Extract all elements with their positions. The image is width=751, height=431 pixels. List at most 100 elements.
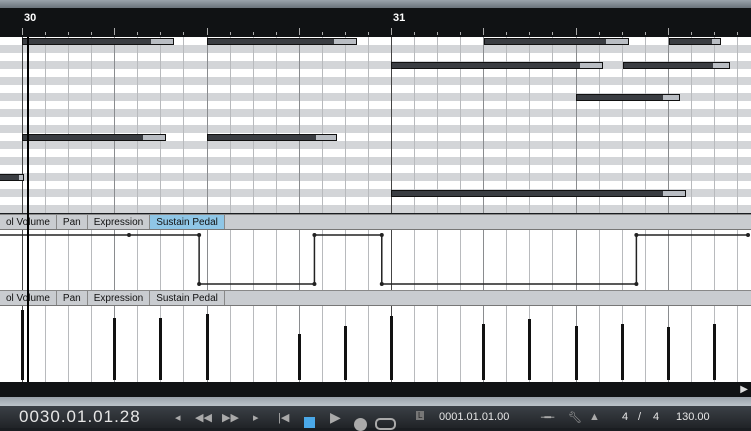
- grid-line: [460, 306, 462, 382]
- automation-point[interactable]: [127, 233, 132, 237]
- wrench-icon[interactable]: 🔧︎: [568, 411, 582, 424]
- automation-point[interactable]: [379, 233, 384, 237]
- ruler-tick: [621, 32, 623, 35]
- tab-sustain-pedal[interactable]: Sustain Pedal: [150, 291, 225, 305]
- velocity-bar[interactable]: [620, 323, 624, 380]
- velocity-lane[interactable]: [0, 306, 751, 382]
- note-velocity-tail: [580, 63, 603, 68]
- forward-small-icon[interactable]: ▸: [253, 411, 259, 424]
- ruler-tick: [529, 32, 531, 35]
- tab-expression[interactable]: Expression: [88, 215, 151, 229]
- transport-bar: 0030.01.01.28 ◂ ◀◀ ▶▶ ▸ |◀ ▶ L 0001.01.0…: [0, 406, 751, 431]
- key-row-stripe: [0, 45, 751, 53]
- automation-point[interactable]: [379, 282, 384, 286]
- midi-note[interactable]: [22, 134, 166, 141]
- note-velocity-tail: [333, 39, 356, 44]
- ruler-tick: [160, 32, 162, 35]
- scroll-right-arrow-icon[interactable]: ▶: [740, 384, 748, 395]
- midi-note[interactable]: [575, 94, 680, 101]
- rewind-icon[interactable]: ◀◀: [195, 411, 212, 424]
- grid-line: [114, 37, 116, 213]
- ruler-tick: [713, 32, 715, 35]
- playhead-cursor[interactable]: [27, 37, 29, 382]
- tab-sustain-pedal[interactable]: Sustain Pedal: [150, 215, 225, 229]
- automation-point[interactable]: [312, 233, 317, 237]
- velocity-bar[interactable]: [574, 325, 578, 380]
- locator-display[interactable]: 0001.01.01.00: [439, 411, 509, 423]
- midi-note[interactable]: [623, 62, 730, 69]
- go-to-start-icon[interactable]: |◀: [278, 411, 289, 424]
- ruler-tick: [414, 32, 416, 35]
- fast-forward-icon[interactable]: ▶▶: [222, 411, 239, 424]
- note-velocity-tail: [712, 39, 721, 44]
- automation-point[interactable]: [634, 233, 639, 237]
- midi-note[interactable]: [668, 38, 722, 45]
- ruler-tick: [690, 32, 692, 35]
- key-row-stripe: [0, 141, 751, 149]
- grid-line: [45, 37, 47, 213]
- tab-expression[interactable]: Expression: [88, 291, 151, 305]
- ruler-tick: [275, 32, 277, 35]
- midi-note[interactable]: [0, 174, 24, 181]
- ruler-tick: [667, 28, 669, 35]
- velocity-bar[interactable]: [482, 323, 486, 380]
- automation-point[interactable]: [312, 282, 317, 286]
- automation-line: [0, 234, 749, 285]
- key-row-stripe: [0, 77, 751, 85]
- key-row-stripe: [0, 109, 751, 117]
- loop-button[interactable]: [375, 418, 396, 430]
- metronome-bar-icon[interactable]: ╼╾: [541, 411, 554, 424]
- midi-note[interactable]: [206, 134, 337, 141]
- note-velocity-tail: [663, 191, 686, 196]
- signature-numerator[interactable]: 4: [622, 411, 628, 423]
- grid-line: [644, 306, 646, 382]
- midi-note[interactable]: [391, 62, 604, 69]
- automation-point[interactable]: [197, 282, 202, 286]
- velocity-bar[interactable]: [343, 325, 347, 380]
- sustain-automation-lane[interactable]: [0, 230, 751, 290]
- ruler-tick: [460, 32, 462, 35]
- grid-line: [506, 306, 508, 382]
- tempo-display[interactable]: 130.00: [676, 411, 710, 423]
- automation-point[interactable]: [746, 233, 751, 237]
- midi-note[interactable]: [484, 38, 629, 45]
- ruler-tick: [91, 32, 93, 35]
- velocity-bar[interactable]: [297, 333, 301, 380]
- velocity-bar[interactable]: [528, 318, 532, 380]
- velocity-bar[interactable]: [666, 327, 670, 380]
- stop-button[interactable]: [304, 417, 315, 428]
- sustain-curve: [0, 233, 751, 286]
- timeline-ruler[interactable]: 30 31: [0, 8, 751, 37]
- midi-note[interactable]: [22, 38, 175, 45]
- piano-roll-grid[interactable]: [0, 37, 751, 213]
- record-button[interactable]: [354, 418, 367, 431]
- ruler-tick: [736, 32, 738, 35]
- ruler-tick: [552, 32, 554, 35]
- grid-line: [22, 37, 23, 213]
- tab-pan[interactable]: Pan: [57, 215, 88, 229]
- velocity-bar[interactable]: [712, 323, 716, 380]
- key-row-stripe: [0, 205, 751, 213]
- rewind-small-icon[interactable]: ◂: [175, 411, 181, 424]
- tab-pan[interactable]: Pan: [57, 291, 88, 305]
- play-button[interactable]: ▶: [330, 409, 341, 426]
- automation-point[interactable]: [634, 282, 639, 286]
- ruler-tick: [575, 28, 577, 35]
- velocity-bar[interactable]: [205, 313, 209, 380]
- velocity-bar[interactable]: [159, 318, 163, 380]
- velocity-bar[interactable]: [390, 316, 393, 380]
- horizontal-scrollbar[interactable]: ▶: [0, 382, 751, 397]
- note-velocity-tail: [316, 135, 336, 140]
- signature-denominator[interactable]: 4: [653, 411, 659, 423]
- midi-note[interactable]: [391, 190, 687, 197]
- ruler-tick: [437, 32, 439, 35]
- metronome-icon[interactable]: ▲: [589, 411, 600, 423]
- note-velocity-tail: [143, 135, 165, 140]
- position-display[interactable]: 0030.01.01.28: [19, 407, 141, 427]
- velocity-bar[interactable]: [113, 318, 117, 380]
- controller-lane-1-tabs: ol Volume Pan Expression Sustain Pedal: [0, 214, 751, 230]
- grid-line: [414, 306, 416, 382]
- automation-point[interactable]: [197, 233, 202, 237]
- velocity-bar[interactable]: [21, 310, 24, 380]
- midi-note[interactable]: [206, 38, 357, 45]
